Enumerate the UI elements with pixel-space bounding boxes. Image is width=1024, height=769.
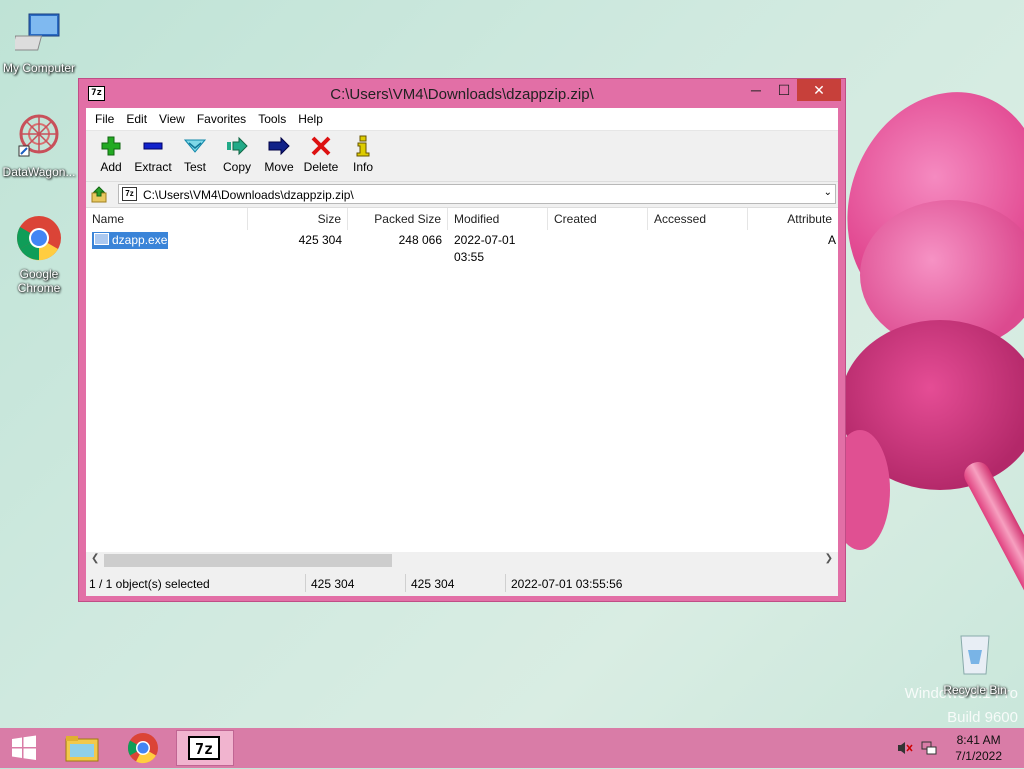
datawagon-icon	[1, 112, 77, 163]
up-folder-icon	[91, 186, 107, 203]
column-header-size[interactable]: Size	[248, 208, 348, 230]
windows-build-watermark: Build 9600	[947, 709, 1018, 726]
file-attributes: A	[827, 233, 836, 247]
file-list[interactable]: Name Size Packed Size Modified Created A…	[86, 207, 838, 553]
delete-icon	[311, 136, 331, 156]
menu-edit[interactable]: Edit	[120, 112, 153, 126]
info-button[interactable]: Info	[342, 131, 384, 174]
address-text[interactable]: C:\Users\VM4\Downloads\dzappzip.zip\	[143, 188, 354, 202]
menu-favorites[interactable]: Favorites	[191, 112, 252, 126]
file-packed-size: 248 066	[398, 233, 442, 247]
extract-button[interactable]: Extract	[132, 131, 174, 174]
recycle-bin-icon	[937, 630, 1013, 681]
chrome-icon	[1, 214, 77, 265]
add-label: Add	[100, 160, 122, 174]
copy-icon	[227, 136, 248, 156]
move-icon	[268, 136, 290, 156]
svg-text:7z: 7z	[195, 740, 213, 758]
menu-tools[interactable]: Tools	[252, 112, 292, 126]
computer-icon	[1, 8, 77, 59]
window-title: C:\Users\VM4\Downloads\dzappzip.zip\	[330, 86, 594, 103]
status-modified: 2022-07-01 03:55:56	[511, 577, 623, 591]
file-size: 425 304	[298, 233, 342, 247]
horizontal-scrollbar[interactable]: ❮ ❯	[86, 552, 838, 569]
close-button[interactable]: ✕	[797, 79, 841, 101]
menu-view[interactable]: View	[153, 112, 191, 126]
file-modified: 2022-07-01 03:55	[454, 233, 516, 264]
move-label: Move	[264, 160, 294, 174]
column-header-attributes[interactable]: Attribute	[748, 208, 838, 230]
file-name: dzapp.exe	[112, 233, 168, 247]
file-accessed	[654, 232, 748, 249]
test-icon	[184, 139, 206, 153]
system-clock[interactable]: 8:41 AM 7/1/2022	[955, 732, 1002, 764]
archive-icon: 7z	[122, 187, 137, 201]
desktop-icon-datawagon[interactable]: DataWagon...	[1, 112, 77, 179]
menu-file[interactable]: File	[89, 112, 120, 126]
column-header-name[interactable]: Name	[86, 208, 248, 230]
desktop-icon-recycle-bin[interactable]: Recycle Bin	[937, 630, 1013, 697]
delete-label: Delete	[303, 160, 339, 174]
add-icon	[101, 136, 121, 156]
title-bar[interactable]: 7z C:\Users\VM4\Downloads\dzappzip.zip\ …	[79, 79, 845, 108]
add-button[interactable]: Add	[90, 131, 132, 174]
toolbar: Add Extract Test Copy Move Delete Info	[86, 131, 838, 182]
desktop-icon-my-computer[interactable]: My Computer	[1, 8, 77, 75]
windows-logo-icon	[12, 735, 36, 760]
status-bar: 1 / 1 object(s) selected 425 304 425 304…	[86, 570, 838, 596]
menu-help[interactable]: Help	[292, 112, 329, 126]
address-bar[interactable]: 7z C:\Users\VM4\Downloads\dzappzip.zip\ …	[118, 184, 836, 204]
start-button[interactable]	[0, 730, 48, 766]
taskbar: 7z 8:41 AM 7/1/2022	[0, 728, 1024, 768]
copy-label: Copy	[222, 160, 251, 174]
status-packed-size: 425 304	[411, 577, 455, 591]
exe-file-icon	[94, 233, 109, 245]
status-selected: 1 / 1 object(s) selected	[89, 577, 210, 591]
extract-label: Extract	[134, 160, 172, 174]
maximize-button[interactable]: ☐	[769, 79, 799, 101]
copy-button[interactable]: Copy	[216, 131, 258, 174]
speaker-muted-icon[interactable]	[896, 740, 914, 759]
column-header-packed-size[interactable]: Packed Size	[348, 208, 448, 230]
test-label: Test	[183, 160, 206, 174]
7zip-window: 7z C:\Users\VM4\Downloads\dzappzip.zip\ …	[78, 78, 846, 602]
status-size: 425 304	[311, 577, 355, 591]
file-name-cell[interactable]: dzapp.exe	[92, 232, 168, 249]
menu-bar: File Edit View Favorites Tools Help	[86, 108, 838, 131]
test-button[interactable]: Test	[174, 131, 216, 174]
scroll-right-icon[interactable]: ❯	[825, 553, 833, 564]
address-row: 7z C:\Users\VM4\Downloads\dzappzip.zip\ …	[86, 182, 838, 208]
folder-icon	[65, 736, 99, 762]
delete-button[interactable]: Delete	[300, 131, 342, 174]
file-created	[554, 232, 648, 249]
window-client-area: File Edit View Favorites Tools Help Add …	[86, 108, 838, 596]
taskbar-7zip[interactable]: 7z	[176, 730, 234, 766]
desktop-icon-google-chrome[interactable]: Google Chrome	[1, 214, 77, 295]
extract-icon	[143, 142, 163, 150]
column-header-modified[interactable]: Modified	[448, 208, 548, 230]
desktop-icon-label: DataWagon...	[2, 165, 76, 179]
scroll-left-icon[interactable]: ❮	[91, 553, 99, 564]
up-folder-button[interactable]	[90, 186, 108, 204]
info-label: Info	[352, 160, 373, 174]
7zip-icon: 7z	[188, 736, 220, 760]
chevron-down-icon[interactable]: ⌄	[824, 187, 832, 198]
info-icon	[356, 135, 370, 157]
column-header-accessed[interactable]: Accessed	[648, 208, 748, 230]
desktop-icon-label: Recycle Bin	[943, 683, 1007, 697]
scrollbar-thumb[interactable]	[104, 554, 392, 567]
move-button[interactable]: Move	[258, 131, 300, 174]
clock-time: 8:41 AM	[956, 733, 1001, 747]
desktop-icon-label: Google Chrome	[17, 267, 61, 295]
network-icon[interactable]	[920, 740, 938, 759]
desktop-icon-label: My Computer	[2, 61, 76, 75]
chrome-icon	[127, 733, 158, 764]
taskbar-google-chrome[interactable]	[117, 730, 169, 766]
clock-date: 7/1/2022	[955, 749, 1002, 763]
column-header-created[interactable]: Created	[548, 208, 648, 230]
taskbar-file-explorer[interactable]	[56, 730, 108, 766]
minimize-button[interactable]: ─	[741, 79, 771, 101]
